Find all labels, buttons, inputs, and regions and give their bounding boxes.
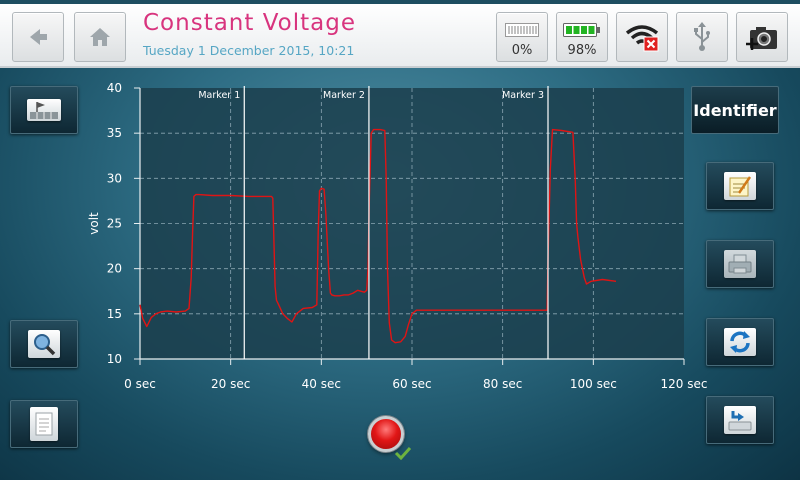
x-tick-label: 100 sec [570,377,617,391]
x-tick-label: 60 sec [392,377,431,391]
x-tick-label: 20 sec [211,377,250,391]
marker-label: Marker 2 [323,90,365,101]
y-tick-label: 40 [107,81,122,95]
y-tick-label: 15 [107,307,122,321]
y-tick-label: 10 [107,352,122,366]
x-tick-label: 120 sec [661,377,708,391]
y-tick-label: 20 [107,262,122,276]
marker-label: Marker 3 [502,90,544,101]
check-icon [394,446,412,460]
x-tick-label: 40 sec [302,377,341,391]
marker-label: Marker 1 [198,90,240,101]
y-tick-label: 25 [107,217,122,231]
x-tick-label: 0 sec [124,377,156,391]
voltage-chart: 10 15 20 25 30 35 40 0 sec 20 sec 40 sec 60 sec 80 … [87,81,708,391]
y-tick-label: 30 [107,171,122,185]
x-tick-label: 80 sec [483,377,522,391]
y-axis-label: volt [87,212,101,235]
y-tick-label: 35 [107,126,122,140]
